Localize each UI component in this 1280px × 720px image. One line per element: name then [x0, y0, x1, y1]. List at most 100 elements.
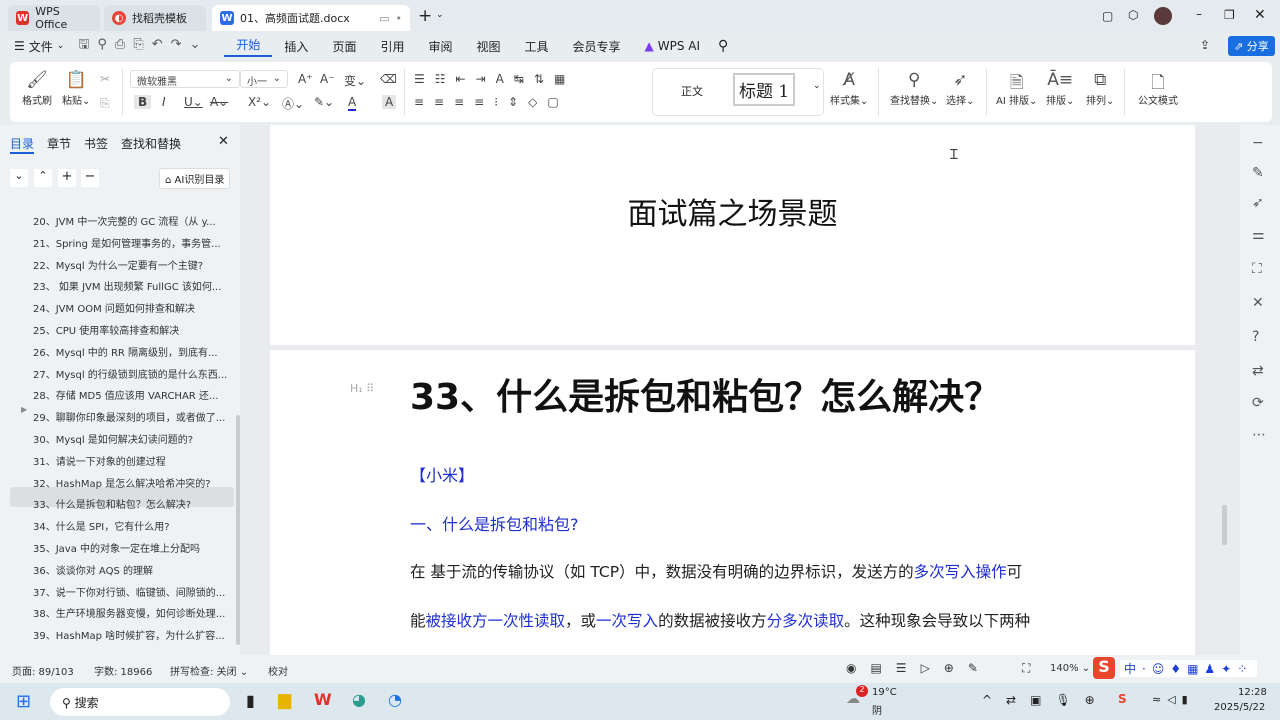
- phonetic-icon[interactable]: 变⌄: [344, 72, 366, 89]
- remove-icon[interactable]: −: [81, 169, 99, 187]
- select-button[interactable]: ➶ 选择⌄: [946, 70, 974, 107]
- spell-check[interactable]: 拼写检查: 关闭 ⌄: [170, 663, 248, 678]
- avatar[interactable]: [1154, 7, 1172, 25]
- style-scroll-icon[interactable]: ⌄: [813, 81, 821, 91]
- toc-item[interactable]: 38、生产环境服务器变慢，如何诊断处理...: [33, 605, 233, 620]
- restore-icon[interactable]: ❐: [1224, 8, 1235, 22]
- toc-item[interactable]: 32、HashMap 是怎么解决哈希冲突的?: [33, 475, 233, 490]
- ai-toc-button[interactable]: ⌂ AI识别目录: [159, 168, 231, 189]
- toc-item[interactable]: 20、JVM 中一次完整的 GC 流程（从 y...: [33, 213, 233, 228]
- chevron-down-icon[interactable]: ⌄: [57, 41, 65, 51]
- taskbar-search[interactable]: ⚲ 搜索: [50, 688, 230, 716]
- font-size-select[interactable]: 小一 ⌄: [240, 70, 288, 88]
- paste-button[interactable]: 📋 粘贴⌄: [62, 70, 90, 107]
- format-painter-button[interactable]: 🖌 格式刷: [22, 70, 52, 107]
- menu-references[interactable]: 引用: [368, 38, 416, 55]
- collapse-icon[interactable]: ⌄: [10, 169, 28, 187]
- tab-chapters[interactable]: 章节: [47, 135, 71, 152]
- style-normal[interactable]: 正文: [681, 83, 703, 99]
- toc-item[interactable]: 39、HashMap 啥时候扩容，为什么扩容...: [33, 627, 233, 642]
- menu-member[interactable]: 会员专享: [561, 38, 633, 55]
- char-shading-icon[interactable]: A: [382, 95, 397, 109]
- menu-view[interactable]: 视图: [464, 38, 512, 55]
- new-tab-icon[interactable]: +: [418, 6, 432, 26]
- toc-item[interactable]: 29、聊聊你印象最深刻的项目，或者做了...: [33, 409, 233, 424]
- view-mode-icons[interactable]: ◉▤☰▷⊕✎: [846, 661, 992, 675]
- toc-item[interactable]: 21、Spring 是如何管理事务的，事务管...: [33, 235, 233, 250]
- toc-item[interactable]: 33、什么是拆包和粘包？怎么解决?: [33, 496, 233, 511]
- style-set-button[interactable]: A̸ 样式集⌄: [830, 70, 868, 107]
- system-tray-icons[interactable]: ^⇄▣🎙⊕: [982, 693, 1109, 707]
- toc-item[interactable]: 23、 如果 JVM 出现频繁 FullGC 该如何...: [33, 278, 233, 293]
- toc-item[interactable]: 31、请说一下对象的创建过程: [33, 453, 233, 468]
- shrink-font-icon[interactable]: A⁻: [320, 72, 335, 86]
- expand-icon[interactable]: ⌃: [34, 169, 52, 187]
- select-icon[interactable]: ➶: [1252, 195, 1264, 211]
- layout-button[interactable]: Ā≡ 排版⌄: [1046, 70, 1074, 107]
- menu-review[interactable]: 审阅: [416, 38, 464, 55]
- zoom-level[interactable]: 140% ⌄: [1050, 663, 1090, 674]
- menu-page[interactable]: 页面: [320, 38, 368, 55]
- cube-icon[interactable]: ⬡: [1128, 8, 1138, 22]
- tab-toc[interactable]: 目录: [10, 135, 35, 154]
- help-icon[interactable]: ?: [1252, 329, 1259, 345]
- cloud-upload-icon[interactable]: ⇪: [1200, 38, 1210, 52]
- toc-item[interactable]: 37、说一下你对行锁、临键锁、间隙锁的...: [33, 584, 233, 599]
- close-icon[interactable]: ✕: [218, 134, 229, 149]
- minimize-icon[interactable]: –: [1196, 7, 1202, 21]
- wps-taskbar-icon[interactable]: W: [314, 690, 332, 709]
- grow-font-icon[interactable]: A⁺: [298, 72, 313, 86]
- heading-handle-icon[interactable]: H₁ ⠿: [350, 382, 374, 395]
- tools-icon[interactable]: ✕: [1252, 295, 1264, 311]
- translate-icon[interactable]: ⟳: [1252, 395, 1264, 411]
- font-name-select[interactable]: 微软雅黑 ⌄: [130, 70, 240, 88]
- find-replace-button[interactable]: ⚲ 查找替换⌄: [890, 70, 938, 107]
- windows-start-icon[interactable]: ⊞: [16, 691, 31, 712]
- browser-icon[interactable]: ◕: [352, 690, 366, 709]
- paragraph-list-icons[interactable]: ☰☷⇤⇥A↹⇅▦: [414, 72, 575, 86]
- more-icon[interactable]: ⋯: [1252, 427, 1266, 443]
- expand-arrow-icon[interactable]: ▶: [21, 405, 27, 414]
- toc-item[interactable]: 34、什么是 SPI，它有什么用?: [33, 518, 233, 533]
- cut-icon[interactable]: ✂: [100, 72, 110, 86]
- window-layout-icon[interactable]: ▢: [1102, 9, 1113, 23]
- toc-item[interactable]: 36、谈谈你对 AQS 的理解: [33, 562, 233, 577]
- document-page[interactable]: H₁ ⠿ 33、什么是拆包和粘包？怎么解决？ 【小米】 一、什么是拆包和粘包? …: [270, 350, 1195, 655]
- toc-item[interactable]: 28、存储 MD5 值应该用 VARCHAR 还...: [33, 387, 233, 402]
- page-count[interactable]: 页面: 89/103: [12, 663, 74, 678]
- share-icon[interactable]: ⇄: [1252, 363, 1264, 379]
- superscript-icon[interactable]: X²⌄: [248, 95, 271, 109]
- chevron-down-icon[interactable]: ⌄: [436, 10, 444, 20]
- style-heading1[interactable]: 标题 1: [733, 73, 796, 106]
- clock-time[interactable]: 12:28: [1238, 687, 1267, 698]
- proofread-button[interactable]: 校对: [268, 663, 288, 678]
- network-volume-battery-icons[interactable]: ≈◁▮: [1152, 693, 1194, 706]
- sogou-tray-icon[interactable]: S: [1118, 692, 1127, 706]
- clock-date[interactable]: 2025/5/22: [1214, 702, 1265, 713]
- italic-icon[interactable]: I: [162, 95, 166, 109]
- font-color-icon[interactable]: A: [348, 95, 357, 111]
- menu-tools[interactable]: 工具: [513, 38, 561, 55]
- hamburger-icon[interactable]: ☰: [14, 39, 25, 53]
- toc-item[interactable]: 24、JVM OOM 问题如何排查和解决: [33, 300, 233, 315]
- toc-item[interactable]: 27、Mysql 的行级锁到底锁的是什么东西...: [33, 366, 233, 381]
- search-icon[interactable]: ⚲: [718, 38, 728, 54]
- ime-toolbar[interactable]: 中·☺♦▦♟✦⁘: [1120, 660, 1258, 677]
- menu-home[interactable]: 开始: [224, 36, 273, 57]
- underline-icon[interactable]: U⌄: [184, 95, 203, 109]
- weather-temp[interactable]: 19°C: [872, 687, 897, 698]
- document-scrollbar[interactable]: [1222, 505, 1227, 545]
- image-icon[interactable]: ⛶: [1252, 261, 1262, 277]
- quick-access-icons[interactable]: 🖫⚲⎙⎘↶↷⌄: [78, 35, 208, 57]
- ai-layout-button[interactable]: 🗎 AI 排版⌄: [996, 70, 1037, 107]
- word-count[interactable]: 字数: 18966: [94, 663, 152, 678]
- toc-item[interactable]: 26、Mysql 中的 RR 隔离级别，到底有...: [33, 344, 233, 359]
- menu-insert[interactable]: 插入: [272, 38, 320, 55]
- tab-document[interactable]: W 01、高频面试题.docx ▭ •: [212, 5, 410, 31]
- share-button[interactable]: ⇗ 分享: [1228, 36, 1275, 56]
- alignment-icons[interactable]: ≡≡≡≡⁝⇕◇▢: [414, 95, 569, 109]
- settings-sliders-icon[interactable]: ⚌: [1252, 227, 1265, 243]
- fit-page-icon[interactable]: ⛶: [1022, 661, 1030, 676]
- tab-templates[interactable]: ◐ 找稻壳模板: [104, 5, 206, 31]
- screen-icon[interactable]: ▭: [379, 12, 389, 25]
